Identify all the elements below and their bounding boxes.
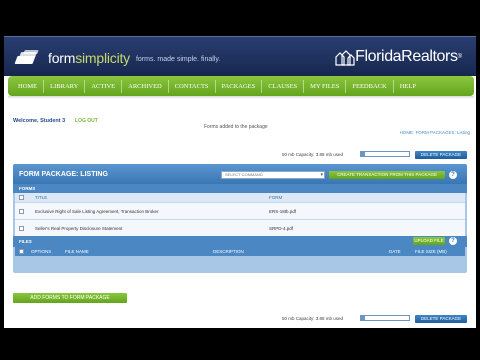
logo-tagline: forms. made simple. finally. <box>135 56 221 63</box>
formsimplicity-logo[interactable]: formsimplicity forms. made simple. final… <box>14 49 221 67</box>
nav-my-files[interactable]: MY FILES <box>304 79 347 93</box>
florida-realtors-wordmark: FloridaRealtors <box>355 48 458 65</box>
help-icon[interactable]: ? <box>449 171 457 179</box>
capacity-label: 50 mb Capacity: 3.88 mb used <box>282 152 344 157</box>
help-icon[interactable]: ? <box>449 237 457 245</box>
form-row[interactable]: Exclusive Right of Sale Listing Agreemen… <box>15 202 465 219</box>
nav-library[interactable]: LIBRARY <box>44 79 86 93</box>
select-all-files-checkbox[interactable] <box>19 249 24 254</box>
nav-shadow <box>8 96 474 99</box>
delete-package-button[interactable]: DELETE PACKAGE <box>415 315 467 323</box>
column-date: DATE <box>389 249 401 254</box>
form-file[interactable]: ERS-18tb.pdf <box>269 209 296 214</box>
panel-title: FORM PACKAGE: LISTING <box>19 171 108 178</box>
logout-link[interactable]: LOG OUT <box>75 118 98 124</box>
capacity-meter-fill <box>361 316 365 320</box>
column-file-size: FILE SIZE (MB) <box>415 249 447 254</box>
status-notice: Forms added to the package <box>204 124 268 130</box>
select-all-forms-checkbox[interactable] <box>19 195 24 200</box>
nav-feedback[interactable]: FEEDBACK <box>346 79 394 93</box>
form-row-checkbox[interactable] <box>19 209 24 214</box>
panel-header: FORM PACKAGE: LISTING SELECT COMMAND ▾ C… <box>13 164 467 184</box>
nav-contacts[interactable]: CONTACTS <box>169 79 216 93</box>
command-select[interactable]: SELECT COMMAND ▾ <box>221 171 325 179</box>
nav-packages[interactable]: PACKAGES <box>216 79 263 93</box>
upload-file-button[interactable]: UPLOAD FILE <box>413 237 445 245</box>
welcome-text: Welcome, Student 3 <box>13 118 66 124</box>
capacity-meter <box>360 315 410 321</box>
delete-package-button[interactable]: DELETE PACKAGE <box>415 151 467 159</box>
nav-active[interactable]: ACTIVE <box>85 79 123 93</box>
houses-icon <box>335 50 355 66</box>
command-select-value: SELECT COMMAND <box>225 172 263 177</box>
main-nav: HOME LIBRARY ACTIVE ARCHIVED CONTACTS PA… <box>8 76 474 96</box>
add-forms-button[interactable]: ADD FORMS TO FORM PACKAGE <box>13 293 127 303</box>
form-file[interactable]: SRPD-4.pdf <box>269 226 293 231</box>
capacity-meter <box>360 151 410 157</box>
column-description: DESCRIPTION <box>213 249 244 254</box>
files-section-bar: FILES UPLOAD FILE ? <box>13 236 467 247</box>
capacity-label: 50 mb Capacity: 3.88 mb used <box>282 316 344 321</box>
column-title: TITLE <box>35 195 48 200</box>
capacity-meter-fill <box>361 152 365 156</box>
florida-realtors-logo: FloridaRealtors ® <box>335 46 462 68</box>
app-header: formsimplicity forms. made simple. final… <box>4 36 476 76</box>
files-section-label: FILES <box>19 239 32 244</box>
form-title[interactable]: Seller's Real Property Disclosure Statem… <box>35 226 122 231</box>
create-transaction-button[interactable]: CREATE TRANSACTION FROM THIS PACKAGE <box>329 171 445 179</box>
files-column-header: OPTIONS FILE NAME DESCRIPTION DATE FILE … <box>15 247 465 256</box>
app-page: formsimplicity forms. made simple. final… <box>4 36 476 328</box>
nav-clauses[interactable]: CLAUSES <box>262 79 305 93</box>
column-file-name: FILE NAME <box>65 249 89 254</box>
form-package-panel: FORM PACKAGE: LISTING SELECT COMMAND ▾ C… <box>13 164 467 273</box>
form-row[interactable]: Seller's Real Property Disclosure Statem… <box>15 219 465 236</box>
forms-section-label: FORMS <box>19 186 36 191</box>
forms-stack-icon <box>14 50 42 66</box>
forms-column-header: TITLE FORM <box>15 193 465 202</box>
breadcrumb[interactable]: HOME: FORM PACKAGES: Listing <box>400 130 470 135</box>
form-title[interactable]: Exclusive Right of Sale Listing Agreemen… <box>35 209 159 214</box>
chevron-down-icon: ▾ <box>320 172 323 178</box>
nav-home[interactable]: HOME <box>12 79 45 93</box>
nav-archived[interactable]: ARCHIVED <box>122 79 169 93</box>
column-form: FORM <box>269 195 283 200</box>
column-options: OPTIONS <box>31 249 52 254</box>
form-row-checkbox[interactable] <box>19 226 24 231</box>
forms-section-bar: FORMS <box>13 184 467 193</box>
video-frame: formsimplicity forms. made simple. final… <box>0 0 480 360</box>
logo-wordmark: formsimplicity <box>48 50 130 66</box>
nav-help[interactable]: HELP <box>394 80 422 93</box>
